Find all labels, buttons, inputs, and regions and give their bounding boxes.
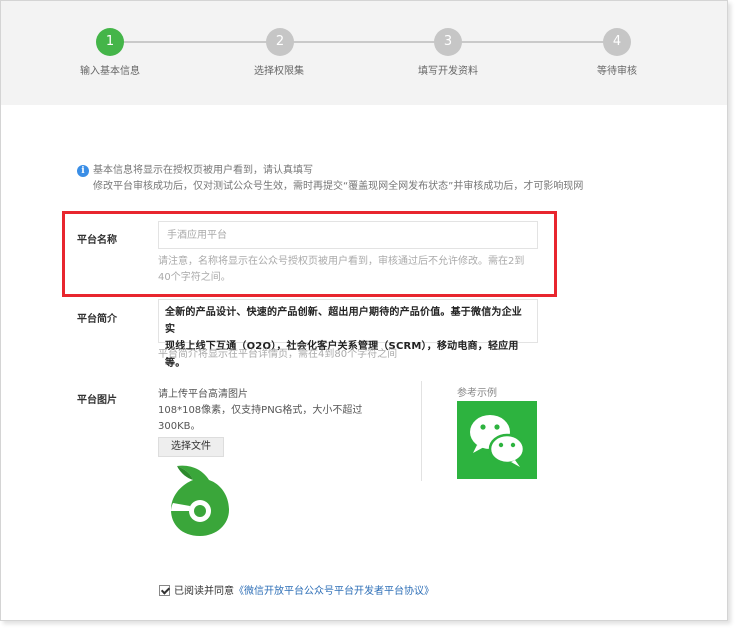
platform-name-label: 平台名称 [77,235,117,246]
platform-intro-label: 平台简介 [77,314,117,325]
agreement-row: 已阅读并同意《微信开放平台公众号平台开发者平台协议》 [159,582,434,597]
platform-name-hint: 请注意，名称将显示在公众号授权页被用户看到，审核通过后不允许修改。需在2到 40… [158,254,524,286]
step-4-label: 等待审核 [597,66,637,77]
platform-name-input[interactable]: 手酒应用平台 [158,221,538,249]
step-connector [293,41,435,43]
step-2-circle: 2 [266,28,294,56]
wechat-example-icon [457,401,537,479]
notice-line-2: 修改平台审核成功后，仅对测试公众号生效，需时再提交“覆盖现网全网发布状态”并审核… [93,181,584,192]
info-icon: i [77,165,89,177]
upload-instructions: 请上传平台高清图片 108*108像素，仅支持PNG格式，大小不超过 300KB… [158,387,362,435]
platform-name-placeholder: 手酒应用平台 [167,230,227,241]
app-frame: 1 2 3 4 输入基本信息 选择权限集 填写开发资料 等待审核 i 基本信息将… [0,0,728,621]
platform-name-hint-line-2: 40个字符之间。 [158,272,231,283]
upload-instructions-line-3: 300KB。 [158,421,201,432]
platform-intro-line-1: 全新的产品设计、快速的产品创新、超出用户期待的产品价值。基于微信为企业实 [165,307,522,335]
step-3-label: 填写开发资料 [418,66,478,77]
agreement-text: 已阅读并同意 [174,586,234,597]
step-4-circle: 4 [603,28,631,56]
example-label: 参考示例 [457,388,497,399]
platform-name-hint-line-1: 请注意，名称将显示在公众号授权页被用户看到，审核通过后不允许修改。需在2到 [158,256,525,267]
choose-file-button[interactable]: 选择文件 [158,437,224,457]
step-connector [461,41,604,43]
step-connector [123,41,267,43]
step-1-label: 输入基本信息 [80,66,140,77]
info-notice: i 基本信息将显示在授权页被用户看到，请认真填写 修改平台审核成功后，仅对测试公… [77,163,583,195]
platform-intro-hint: 平台简介将显示在平台详情页，需在4到80个字符之间 [158,349,398,360]
step-3-circle: 3 [434,28,462,56]
platform-intro-textarea[interactable]: 全新的产品设计、快速的产品创新、超出用户期待的产品价值。基于微信为企业实 现线上… [158,299,538,369]
step-1-circle: 1 [96,28,124,56]
agreement-link[interactable]: 《微信开放平台公众号平台开发者平台协议》 [234,586,434,597]
agreement-checkbox[interactable] [159,585,170,596]
upload-instructions-line-1: 请上传平台高清图片 [158,389,248,400]
vertical-divider [421,381,422,481]
upload-instructions-line-2: 108*108像素，仅支持PNG格式，大小不超过 [158,405,363,416]
step-2-label: 选择权限集 [254,66,304,77]
progress-stepper: 1 2 3 4 输入基本信息 选择权限集 填写开发资料 等待审核 [1,1,727,105]
notice-line-1: 基本信息将显示在授权页被用户看到，请认真填写 [93,165,313,176]
platform-logo-preview [171,465,229,536]
platform-image-label: 平台图片 [77,395,117,406]
